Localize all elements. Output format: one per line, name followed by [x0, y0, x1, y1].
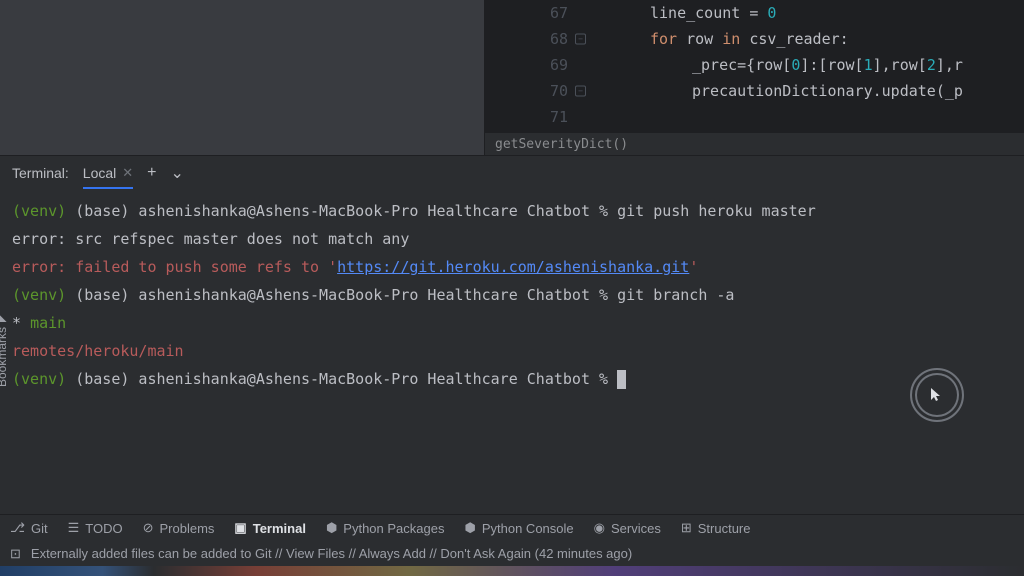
terminal-icon: ▣ [234, 520, 246, 536]
terminal-text: (base) ashenishanka@Ashens-MacBook-Pro H… [75, 370, 617, 388]
dock-hint [0, 566, 1024, 576]
toolwindow-tab-problems[interactable]: ⊘ Problems [143, 520, 215, 536]
chevron-down-icon[interactable]: ⌄ [171, 163, 184, 183]
gutter-line-number[interactable]: 71 [485, 108, 590, 126]
terminal-text: (base) ashenishanka@Ashens-MacBook-Pro H… [75, 286, 734, 304]
tab-label: Structure [698, 521, 751, 536]
bookmark-icon: ◣ [0, 309, 7, 323]
terminal-text: * [12, 314, 30, 332]
tab-label: Python Console [482, 521, 574, 536]
editor-right-panel: 67line_count = 068−for row in csv_reader… [485, 0, 1024, 155]
breadcrumb[interactable]: getSeverityDict() [485, 132, 1024, 155]
toolwindow-tab-python-packages[interactable]: ⬢ Python Packages [326, 520, 445, 536]
cursor-arrow-icon [929, 387, 945, 403]
terminal-line: remotes/heroku/main [12, 337, 1012, 365]
toolwindow-tab-services[interactable]: ◉ Services [594, 520, 661, 536]
toolwindow-tab-todo[interactable]: ☰ TODO [68, 520, 123, 536]
toolwindow-tab-git[interactable]: ⎇ Git [10, 520, 48, 536]
terminal-line: error: failed to push some refs to 'http… [12, 253, 1012, 281]
terminal-panel: Terminal: Local ✕ + ⌄ (venv) (base) ashe… [0, 155, 1024, 499]
terminal-text: https://git.heroku.com/ashenishanka.git [337, 258, 689, 276]
terminal-line: (venv) (base) ashenishanka@Ashens-MacBoo… [12, 365, 1012, 393]
code-content[interactable]: for row in csv_reader: [590, 30, 849, 48]
code-content[interactable]: line_count = 0 [590, 4, 776, 22]
tab-label: Git [31, 521, 48, 536]
terminal-text: (venv) [12, 286, 75, 304]
status-bar: ⊡ Externally added files can be added to… [0, 541, 1024, 566]
terminal-header: Terminal: Local ✕ + ⌄ [0, 156, 1024, 189]
problems-icon: ⊘ [143, 520, 154, 536]
terminal-cursor [617, 370, 626, 389]
python-console-icon: ⬢ [464, 520, 475, 536]
add-tab-icon[interactable]: + [147, 164, 156, 182]
toolwindow-tab-terminal[interactable]: ▣ Terminal [234, 520, 306, 536]
fold-icon[interactable]: − [575, 86, 586, 97]
terminal-text: remotes/heroku/main [12, 342, 184, 360]
terminal-text: error: src refspec master does not match… [12, 230, 409, 248]
tab-label: TODO [85, 521, 122, 536]
status-icon[interactable]: ⊡ [10, 546, 21, 562]
code-line[interactable]: 71 [485, 104, 1024, 130]
tab-label: Problems [160, 521, 215, 536]
terminal-text: main [30, 314, 66, 332]
cursor-indicator [910, 368, 964, 422]
code-line[interactable]: 70−precautionDictionary.update(_p [485, 78, 1024, 104]
terminal-text: ' [689, 258, 698, 276]
terminal-text: (base) ashenishanka@Ashens-MacBook-Pro H… [75, 202, 816, 220]
terminal-line: (venv) (base) ashenishanka@Ashens-MacBoo… [12, 281, 1012, 309]
terminal-text: (venv) [12, 202, 75, 220]
bookmarks-label: Bookmarks [0, 327, 9, 387]
code-content[interactable]: _prec={row[0]:[row[1],row[2],r [590, 56, 963, 74]
gutter-line-number[interactable]: 70− [485, 82, 590, 100]
todo-icon: ☰ [68, 520, 80, 536]
bottom-tool-tabs: ⎇ Git ☰ TODO ⊘ Problems ▣ Terminal ⬢ Python Packa… [0, 514, 1024, 541]
structure-icon: ⊞ [681, 520, 692, 536]
code-line[interactable]: 67line_count = 0 [485, 0, 1024, 26]
code-lines[interactable]: 67line_count = 068−for row in csv_reader… [485, 0, 1024, 132]
terminal-tab-label: Local [83, 165, 116, 181]
gutter-line-number[interactable]: 67 [485, 4, 590, 22]
status-message[interactable]: Externally added files can be added to G… [31, 546, 632, 561]
python-packages-icon: ⬢ [326, 520, 337, 536]
toolwindow-tab-python-console[interactable]: ⬢ Python Console [464, 520, 573, 536]
terminal-line: * main [12, 309, 1012, 337]
code-line[interactable]: 69_prec={row[0]:[row[1],row[2],r [485, 52, 1024, 78]
close-icon[interactable]: ✕ [122, 165, 133, 181]
code-line[interactable]: 68−for row in csv_reader: [485, 26, 1024, 52]
terminal-tab-local[interactable]: Local ✕ [83, 165, 133, 189]
terminal-body[interactable]: (venv) (base) ashenishanka@Ashens-MacBoo… [0, 189, 1024, 499]
terminal-text: error: failed to push some refs to ' [12, 258, 337, 276]
tab-label: Terminal [253, 521, 306, 536]
gutter-line-number[interactable]: 69 [485, 56, 590, 74]
fold-icon[interactable]: − [575, 34, 586, 45]
editor-area: 67line_count = 068−for row in csv_reader… [0, 0, 1024, 155]
terminal-line: error: src refspec master does not match… [12, 225, 1012, 253]
terminal-text: (venv) [12, 370, 75, 388]
toolwindow-tab-structure[interactable]: ⊞ Structure [681, 520, 751, 536]
bookmarks-tool[interactable]: Bookmarks ◣ [0, 312, 9, 387]
terminal-line: (venv) (base) ashenishanka@Ashens-MacBoo… [12, 197, 1012, 225]
tab-label: Services [611, 521, 661, 536]
tab-label: Python Packages [343, 521, 444, 536]
git-icon: ⎇ [10, 520, 25, 536]
editor-left-panel [0, 0, 485, 155]
code-content[interactable]: precautionDictionary.update(_p [590, 82, 963, 100]
terminal-title: Terminal: [12, 165, 69, 181]
services-icon: ◉ [594, 520, 605, 536]
gutter-line-number[interactable]: 68− [485, 30, 590, 48]
